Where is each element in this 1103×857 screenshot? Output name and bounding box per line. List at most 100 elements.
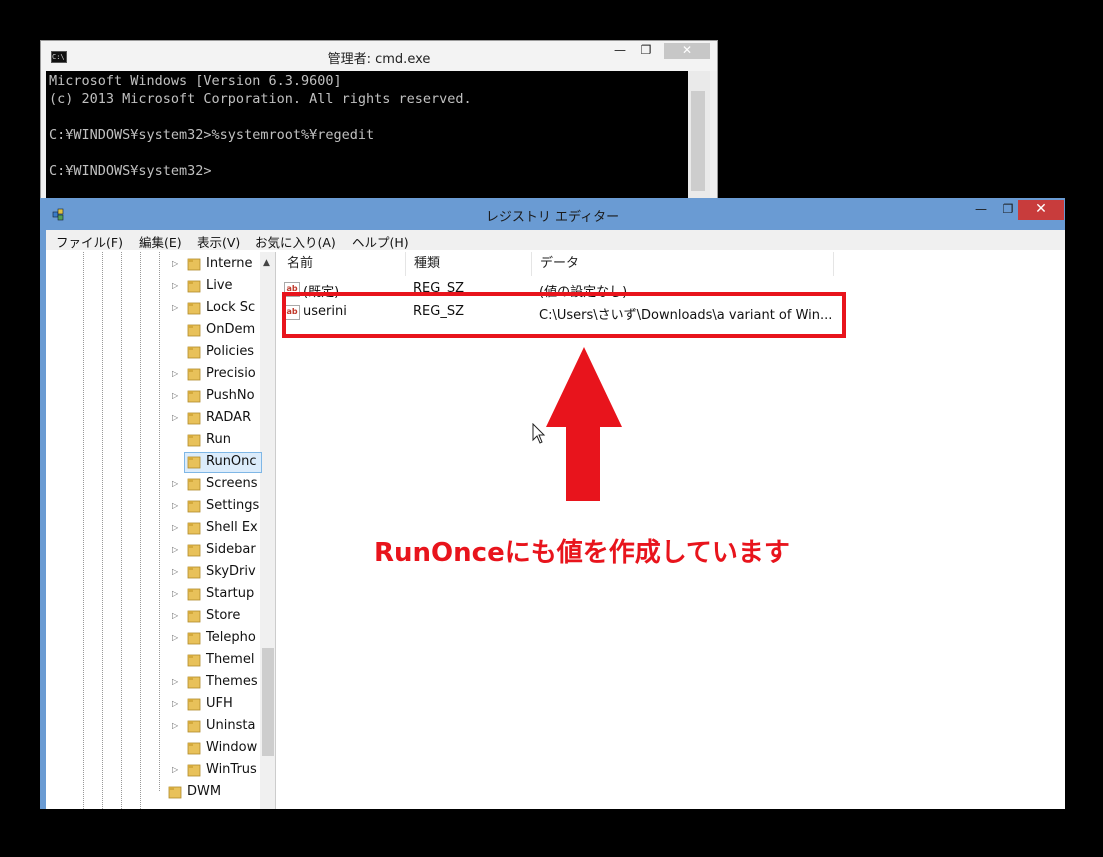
tree-item[interactable]: RunOnc [48,452,262,473]
tree-item[interactable]: ▷ Screens [48,474,258,494]
cmd-window: C:\ 管理者: cmd.exe — ❐ ✕ Microsoft Windows… [40,40,718,202]
expand-arrow-icon[interactable]: ▷ [172,413,182,423]
key-tree[interactable]: ▲ ▷ Interne ▷ Live ▷ Lock Sc OnDem Policies ▷ Pre… [48,252,276,809]
tree-item[interactable]: Run [48,430,258,450]
expand-arrow-icon[interactable]: ▷ [172,501,182,511]
tree-item[interactable]: Themel [48,650,258,670]
minimize-button[interactable]: — [607,43,633,59]
expand-arrow-icon[interactable]: ▷ [172,303,182,313]
tree-item[interactable]: OnDem [48,320,258,340]
tree-item-label: DWM [187,784,222,799]
scrollbar-thumb[interactable] [691,91,705,191]
menu-help[interactable]: ヘルプ(H) [352,232,409,251]
expand-arrow-icon[interactable]: ▷ [172,677,182,687]
tree-item[interactable]: ▷ Settings [48,496,259,516]
tree-item-label: Run [206,432,231,447]
minimize-button[interactable]: — [968,200,994,220]
tree-item-label: UFH [206,696,233,711]
tree-item-label: Startup [206,586,255,601]
expand-arrow-icon[interactable]: ▷ [172,391,182,401]
folder-icon [187,280,201,293]
regedit-window: レジストリ エディター — ❐ ✕ ファイル(F) 編集(E) 表示(V) お気… [40,198,1065,809]
folder-icon [168,786,182,799]
expand-arrow-icon[interactable]: ▷ [172,633,182,643]
menu-favorites[interactable]: お気に入り(A) [255,232,336,251]
folder-icon [187,588,201,601]
tree-item-label: Live [206,278,233,293]
tree-item-label: PushNo [206,388,255,403]
tree-item[interactable]: ▷ PushNo [48,386,258,406]
folder-icon [187,742,201,755]
column-header-type[interactable]: 種類 [406,252,532,276]
up-arrow-icon [546,347,622,501]
expand-arrow-icon[interactable]: ▷ [172,479,182,489]
tree-item[interactable]: ▷ RADAR [48,408,258,428]
folder-icon [187,324,201,337]
expand-arrow-icon[interactable]: ▷ [172,369,182,379]
close-button[interactable]: ✕ [664,43,710,59]
tree-item-label: SkyDriv [206,564,256,579]
expand-arrow-icon[interactable]: ▷ [172,259,182,269]
mouse-cursor-icon [532,423,546,444]
expand-arrow-icon[interactable]: ▷ [172,545,182,555]
tree-item[interactable]: ▷ Shell Ex [48,518,258,538]
folder-icon [187,522,201,535]
tree-item-label: Screens [206,476,258,491]
tree-item-label: Window [206,740,258,755]
regedit-title: レジストリ エディター [485,210,620,225]
tree-item[interactable]: DWM [48,782,258,802]
tree-item[interactable]: ▷ Interne [48,254,258,274]
tree-item[interactable]: ▷ Uninsta [48,716,258,736]
expand-arrow-icon[interactable]: ▷ [172,523,182,533]
folder-icon [187,610,201,623]
menu-view[interactable]: 表示(V) [197,232,240,251]
scroll-up-icon[interactable]: ▲ [263,258,270,268]
tree-item[interactable]: ▷ Telepho [48,628,258,648]
menu-bar: ファイル(F) 編集(E) 表示(V) お気に入り(A) ヘルプ(H) [46,230,1065,250]
expand-arrow-icon[interactable]: ▷ [172,281,182,291]
tree-item[interactable]: Policies [48,342,258,362]
close-button[interactable]: ✕ [1018,200,1064,220]
tree-item-label: Store [206,608,241,623]
tree-item[interactable]: ▷ Themes [48,672,258,692]
tree-item[interactable]: ▷ Precisio [48,364,258,384]
tree-item[interactable]: ▷ Sidebar [48,540,258,560]
cmd-titlebar[interactable]: C:\ 管理者: cmd.exe — ❐ ✕ [41,41,717,71]
tree-scrollbar[interactable]: ▲ [260,252,275,809]
expand-arrow-icon[interactable]: ▷ [172,699,182,709]
folder-icon [187,720,201,733]
maximize-button[interactable]: ❐ [633,43,659,59]
tree-item[interactable]: ▷ UFH [48,694,258,714]
expand-arrow-icon[interactable]: ▷ [172,589,182,599]
tree-item-label: Uninsta [206,718,256,733]
tree-item[interactable]: ▷ WinTrus [48,760,258,780]
regedit-titlebar[interactable]: レジストリ エディター — ❐ ✕ [40,198,1065,230]
tree-item[interactable]: Window [48,738,258,758]
tree-item[interactable]: ▷ Startup [48,584,258,604]
expand-arrow-icon[interactable]: ▷ [172,611,182,621]
console-scrollbar[interactable] [688,71,710,201]
tree-item[interactable]: ▷ SkyDriv [48,562,258,582]
tree-item[interactable]: ▷ Live [48,276,258,296]
expand-arrow-icon[interactable]: ▷ [172,721,182,731]
tree-item[interactable]: ▷ Lock Sc [48,298,258,318]
tree-item-label: RunOnc [206,454,257,469]
annotation-text: RunOnceにも値を作成しています [374,538,790,568]
console-line: (c) 2013 Microsoft Corporation. All righ… [49,91,472,107]
console-output[interactable]: Microsoft Windows [Version 6.3.9600] (c) … [46,71,688,201]
expand-arrow-icon[interactable]: ▷ [172,765,182,775]
expand-arrow-icon[interactable]: ▷ [172,567,182,577]
tree-item[interactable]: ▷ Store [48,606,258,626]
folder-icon [187,654,201,667]
menu-file[interactable]: ファイル(F) [56,232,123,251]
tree-item-label: Interne [206,256,253,271]
folder-icon [187,478,201,491]
column-header-data[interactable]: データ [532,252,834,276]
column-header-name[interactable]: 名前 [279,252,406,276]
scrollbar-thumb[interactable] [262,648,274,756]
menu-edit[interactable]: 編集(E) [139,232,182,251]
console-line: Microsoft Windows [Version 6.3.9600] [49,73,342,89]
folder-icon [187,698,201,711]
folder-icon [187,390,201,403]
